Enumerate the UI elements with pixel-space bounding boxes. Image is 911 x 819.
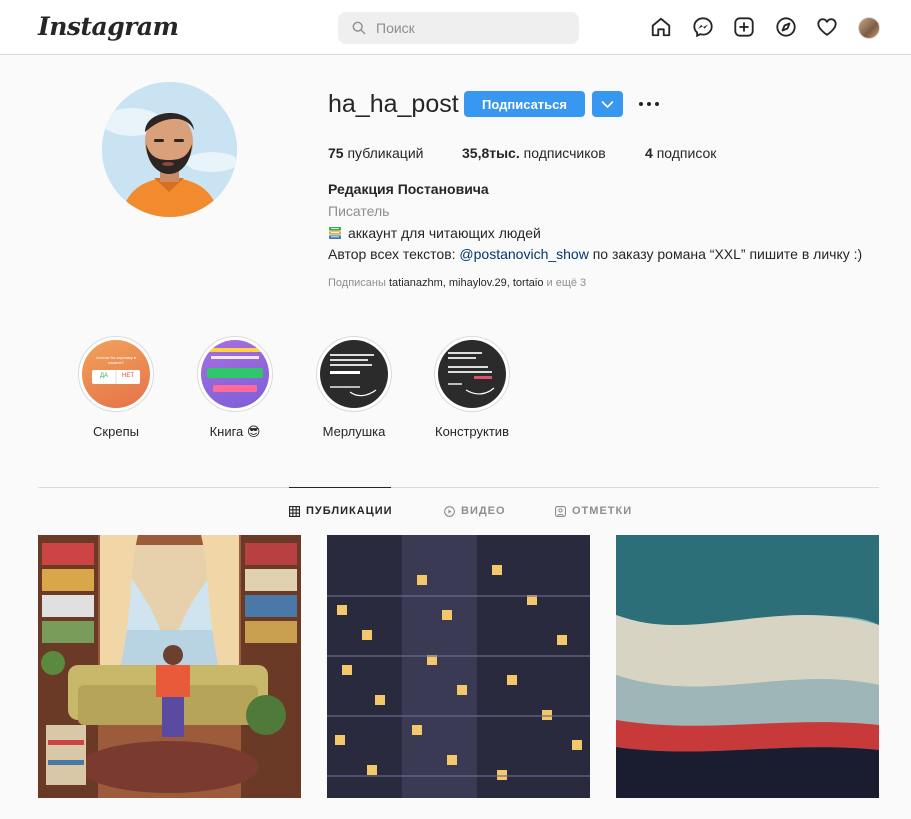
tabs-divider bbox=[38, 487, 879, 488]
tab-posts-label: ПУБЛИКАЦИИ bbox=[306, 505, 393, 517]
profile-picture bbox=[102, 82, 237, 217]
followers-count[interactable]: 35,8тыс. подписчиков bbox=[462, 145, 606, 161]
top-navigation-bar: Instagram bbox=[0, 0, 911, 55]
following-count-label: подписок bbox=[656, 145, 717, 161]
grid-icon bbox=[289, 505, 300, 517]
more-options-button[interactable] bbox=[636, 92, 662, 116]
followed-by-prefix: Подписаны bbox=[328, 277, 389, 289]
bio-mention-link[interactable]: @postanovich_show bbox=[459, 246, 588, 262]
tab-video[interactable]: ВИДЕО bbox=[444, 505, 506, 517]
tagged-icon bbox=[555, 505, 566, 517]
instagram-logo[interactable]: Instagram bbox=[38, 12, 179, 41]
suggested-dropdown-button[interactable] bbox=[592, 91, 623, 117]
tab-tagged[interactable]: ОТМЕТКИ bbox=[555, 505, 632, 517]
search-box[interactable] bbox=[338, 12, 579, 44]
chevron-down-icon bbox=[601, 101, 614, 108]
highlight-cover-question: Хотели бы картинку в камине? bbox=[95, 355, 137, 365]
profile-username: ha_ha_post bbox=[328, 90, 459, 118]
highlight-merlushka[interactable] bbox=[316, 336, 392, 412]
highlight-kniga[interactable] bbox=[197, 336, 273, 412]
tab-tagged-label: ОТМЕТКИ bbox=[572, 505, 633, 517]
post-thumbnail-abstract-painting[interactable] bbox=[616, 535, 879, 798]
followers-count-value: 35,8тыс. bbox=[462, 145, 520, 161]
highlight-skrepy[interactable]: Хотели бы картинку в камине? ДА НЕТ bbox=[78, 336, 154, 412]
search-icon bbox=[352, 21, 366, 35]
posts-count-value: 75 bbox=[328, 145, 344, 161]
followed-by-suffix: и ещё 3 bbox=[543, 277, 587, 289]
profile-full-name: Редакция Постановича bbox=[328, 181, 489, 197]
followed-by[interactable]: Подписаны tatianazhm, mihaylov.29, torta… bbox=[328, 277, 586, 289]
video-icon bbox=[444, 505, 455, 517]
new-post-icon[interactable] bbox=[733, 16, 755, 38]
active-tab-indicator bbox=[289, 487, 391, 488]
highlight-cover-yes: ДА bbox=[99, 373, 109, 379]
bio-line-2-prefix: Автор всех текстов: bbox=[328, 246, 460, 262]
highlight-cover bbox=[438, 340, 506, 408]
more-horizontal-icon bbox=[639, 102, 659, 106]
posts-count: 75 публикаций bbox=[328, 145, 423, 161]
highlight-cover bbox=[201, 340, 269, 408]
highlight-label: Конструктив bbox=[435, 424, 509, 439]
highlight-label: Книга 😎 bbox=[209, 424, 261, 439]
posts-count-label: публикаций bbox=[347, 145, 424, 161]
highlight-cover-no: НЕТ bbox=[122, 373, 134, 379]
highlight-cover bbox=[320, 340, 388, 408]
messenger-icon[interactable] bbox=[692, 16, 714, 38]
activity-heart-icon[interactable] bbox=[816, 16, 838, 38]
highlight-konstruktiv[interactable] bbox=[434, 336, 510, 412]
profile-avatar[interactable] bbox=[858, 17, 880, 39]
post-thumbnail-apartment-building[interactable] bbox=[327, 535, 590, 798]
books-emoji-icon bbox=[329, 227, 341, 239]
follow-button[interactable]: Подписаться bbox=[464, 91, 585, 117]
followers-count-label: подписчиков bbox=[523, 145, 606, 161]
tab-posts[interactable]: ПУБЛИКАЦИИ bbox=[289, 505, 393, 517]
following-count-value: 4 bbox=[645, 145, 653, 161]
followed-by-users: tatianazhm, mihaylov.29, tortaio bbox=[388, 277, 544, 289]
bio-line-2-suffix: по заказу романа “XXL” пишите в личку :) bbox=[588, 246, 863, 262]
highlight-label: Скрепы bbox=[93, 424, 139, 439]
profile-category: Писатель bbox=[328, 203, 390, 219]
explore-icon[interactable] bbox=[775, 16, 797, 38]
bio-line-2: Автор всех текстов: @postanovich_show по… bbox=[328, 246, 862, 262]
highlight-cover: Хотели бы картинку в камине? ДА НЕТ bbox=[82, 340, 150, 408]
post-thumbnail-reading-room[interactable] bbox=[38, 535, 301, 798]
following-count[interactable]: 4 подписок bbox=[645, 145, 716, 161]
tab-video-label: ВИДЕО bbox=[461, 505, 506, 517]
bio-line-1: аккаунт для читающих людей bbox=[328, 225, 541, 241]
highlight-label: Мерлушка bbox=[322, 424, 386, 439]
home-icon[interactable] bbox=[650, 16, 672, 38]
search-input[interactable] bbox=[376, 12, 566, 44]
bio-line-1-text: аккаунт для читающих людей bbox=[348, 225, 541, 241]
